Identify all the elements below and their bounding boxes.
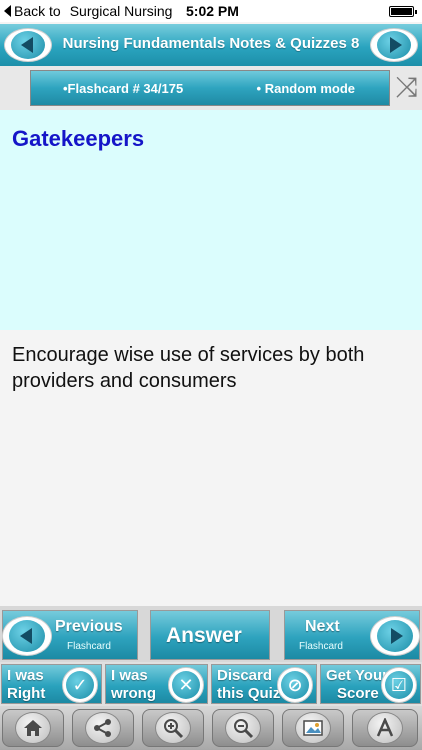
question-panel: Gatekeepers [0,110,422,330]
answer-label: Answer [166,624,242,647]
title-previous-button[interactable] [4,28,52,62]
home-icon [15,712,51,744]
answer-panel: Encourage wise use of services by both p… [0,330,422,606]
image-button[interactable] [282,709,344,747]
status-bar: Back to Surgical Nursing 5:02 PM [0,0,422,22]
arrow-left-icon [20,37,33,53]
question-text: Gatekeepers [12,126,145,151]
i-was-wrong-button[interactable]: I was wrong ✕ [105,664,208,704]
zoom-in-icon [155,712,191,744]
back-to-app-link[interactable]: Back to Surgical Nursing [4,3,172,19]
arrow-right-icon [389,37,402,53]
status-time: 5:02 PM [186,3,239,19]
share-button[interactable] [72,709,134,747]
answer-action-bar: I was Right ✓ I was wrong ✕ Discard this… [0,662,422,706]
next-flashcard-button[interactable]: Next Flashcard [284,610,420,660]
get-score-button[interactable]: Get Your Score ☑ [320,664,421,704]
next-label: Next [305,618,340,635]
discard-label-line1: Discard [217,667,273,684]
previous-flashcard-button[interactable]: Previous Flashcard [2,610,138,660]
discard-label-line2: this Quiz [217,685,281,702]
arrow-left-icon [19,628,32,644]
flashcard-info-bar: •Flashcard # 34/175 • Random mode [30,70,390,106]
share-icon [85,712,121,744]
next-sublabel: Flashcard [299,641,343,652]
next-circle [370,616,420,656]
wrong-label-line1: I was [111,667,148,684]
previous-label: Previous [55,618,123,635]
home-button[interactable] [2,709,64,747]
answer-text: Encourage wise use of services by both p… [12,344,365,392]
flashcard-nav-bar: Previous Flashcard Answer Next Flashcard [0,606,422,662]
arrow-right-icon [390,628,403,644]
back-arrow-icon [4,5,11,17]
score-label-line2: Score [337,685,379,702]
font-icon [367,712,403,744]
back-label: Back to [14,3,61,19]
flashcard-info-area: •Flashcard # 34/175 • Random mode ⤨ [0,66,422,110]
font-button[interactable] [352,709,418,747]
back-app-name: Surgical Nursing [69,3,173,19]
title-bar: Nursing Fundamentals Notes & Quizzes 8 [0,24,422,66]
score-label-line1: Get Your [326,667,388,684]
cross-icon: ✕ [168,667,204,703]
right-label-line2: Right [7,685,46,702]
i-was-right-button[interactable]: I was Right ✓ [1,664,102,704]
flashcard-counter: •Flashcard # 34/175 [63,81,184,96]
zoom-in-button[interactable] [142,709,204,747]
right-label-line1: I was [7,667,44,684]
mode-label: • Random mode [256,81,355,96]
image-icon [295,712,331,744]
answer-button[interactable]: Answer [150,610,270,660]
wrong-label-line2: wrong [111,685,156,702]
block-icon: ⊘ [277,667,313,703]
discard-quiz-button[interactable]: Discard this Quiz ⊘ [211,664,317,704]
shuffle-icon[interactable]: ⤨ [394,72,420,102]
page-title: Nursing Fundamentals Notes & Quizzes 8 [62,35,360,52]
zoom-out-button[interactable] [212,709,274,747]
title-next-button[interactable] [370,28,418,62]
battery-icon [389,6,417,17]
zoom-out-icon [225,712,261,744]
checkmark-icon: ✓ [62,667,98,703]
scorecard-icon: ☑ [381,667,417,703]
previous-circle [2,616,52,656]
previous-sublabel: Flashcard [67,641,111,652]
bottom-toolbar [0,706,422,750]
